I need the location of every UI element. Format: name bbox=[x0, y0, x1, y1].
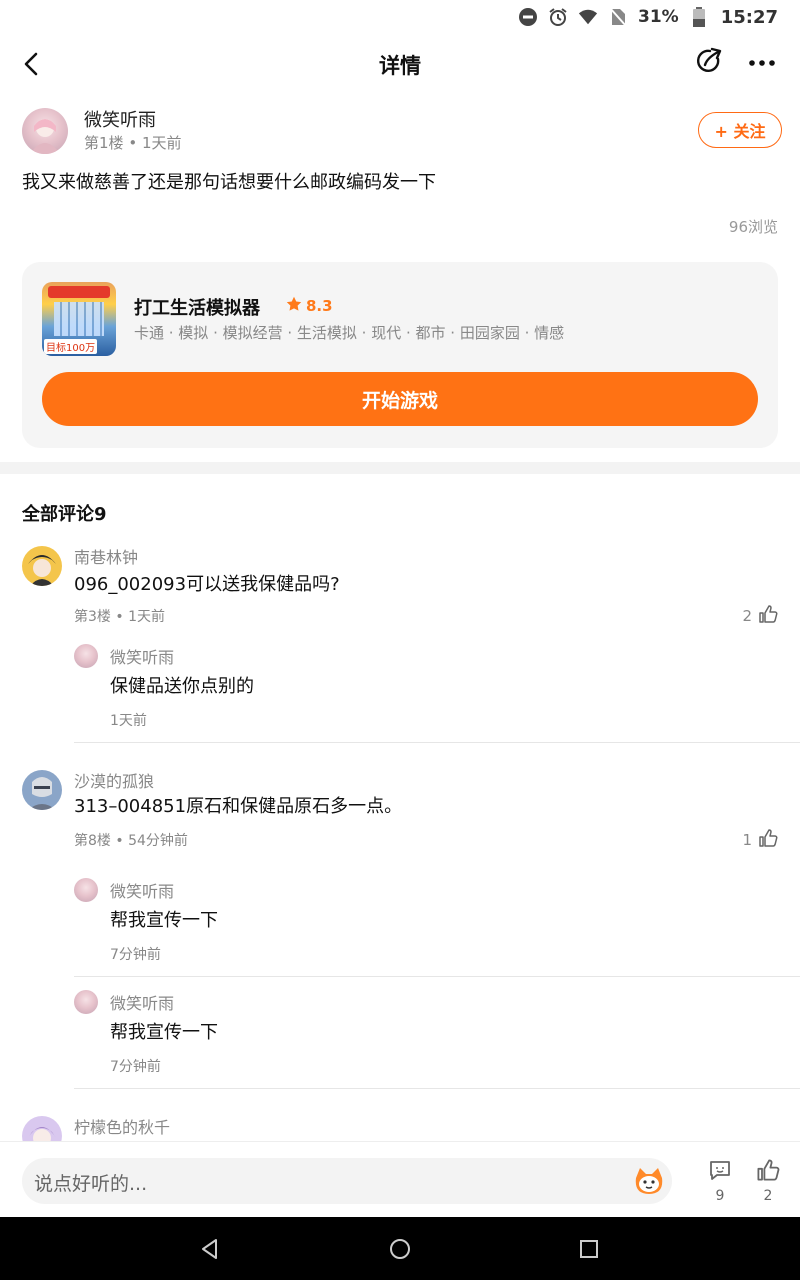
comment-placeholder: 说点好听的... bbox=[34, 1173, 148, 1195]
comment-divider bbox=[74, 742, 800, 743]
post-like-button[interactable]: 2 bbox=[753, 1158, 783, 1204]
view-count: 96浏览 bbox=[728, 218, 778, 236]
more-options-icon[interactable] bbox=[746, 48, 778, 78]
thumbnail-tag: 目标100万 bbox=[44, 339, 98, 354]
reply-meta: 7分钟前 bbox=[110, 947, 161, 963]
thumbs-up-icon bbox=[756, 1159, 780, 1186]
comment-count-button[interactable]: 9 bbox=[705, 1158, 735, 1204]
game-thumbnail[interactable]: 目标100万 bbox=[42, 282, 116, 356]
post-content: 我又来做慈善了还是那句话想要什么邮政编码发一下 bbox=[22, 172, 436, 193]
comment-text: 096_002093可以送我保健品吗? bbox=[74, 574, 340, 595]
alarm-icon bbox=[548, 7, 568, 27]
battery-percent: 31% bbox=[638, 7, 679, 27]
do-not-disturb-icon bbox=[518, 7, 538, 27]
comment-input-bar: 说点好听的... 9 2 bbox=[0, 1141, 800, 1217]
comment-like-button[interactable]: 1 bbox=[742, 828, 778, 852]
comment-bubble-icon bbox=[708, 1161, 732, 1186]
commenter-name[interactable]: 南巷林钟 bbox=[74, 544, 138, 568]
commenter-name[interactable]: 沙漠的孤狼 bbox=[74, 768, 154, 792]
post-floor: 第1楼 bbox=[84, 134, 124, 152]
clock: 15:27 bbox=[720, 6, 778, 28]
replier-name[interactable]: 微笑听雨 bbox=[110, 644, 174, 668]
comment-count: 9 bbox=[715, 1188, 725, 1204]
post-time: 1天前 bbox=[141, 134, 182, 152]
no-sim-icon bbox=[608, 7, 628, 27]
author-avatar[interactable] bbox=[22, 108, 68, 154]
comment-divider bbox=[74, 1088, 800, 1089]
top-app-bar: 详情 bbox=[0, 34, 800, 94]
comments-header: 全部评论9 bbox=[22, 504, 107, 525]
start-game-button[interactable]: 开始游戏 bbox=[42, 372, 758, 426]
nav-recents-icon[interactable] bbox=[577, 1237, 601, 1261]
replier-name[interactable]: 微笑听雨 bbox=[110, 990, 174, 1014]
star-icon bbox=[286, 296, 302, 316]
commenter-avatar[interactable] bbox=[22, 770, 62, 810]
reply-text: 帮我宣传一下 bbox=[110, 1022, 218, 1043]
like-count: 2 bbox=[742, 607, 752, 625]
emoji-mascot-icon[interactable] bbox=[632, 1164, 666, 1198]
thumbs-up-icon bbox=[758, 828, 778, 852]
post-meta: 第1楼 • 1天前 bbox=[84, 132, 182, 153]
page-title: 详情 bbox=[379, 54, 421, 78]
comment-input[interactable]: 说点好听的... bbox=[22, 1158, 672, 1204]
thumbs-up-icon bbox=[758, 604, 778, 628]
status-bar: 31% 15:27 bbox=[0, 0, 800, 34]
share-icon[interactable] bbox=[694, 47, 724, 77]
comment-meta: 第3楼 • 1天前 bbox=[74, 609, 165, 625]
thumbnail-banner bbox=[48, 286, 110, 298]
reply-text: 帮我宣传一下 bbox=[110, 910, 218, 931]
section-divider bbox=[0, 462, 800, 474]
comment-like-button[interactable]: 2 bbox=[742, 604, 778, 628]
replier-avatar[interactable] bbox=[74, 644, 98, 668]
reply-meta: 7分钟前 bbox=[110, 1059, 161, 1075]
system-navigation-bar bbox=[0, 1217, 800, 1280]
thumbnail-art bbox=[54, 302, 104, 336]
reply-text: 保健品送你点别的 bbox=[110, 676, 254, 697]
wifi-icon bbox=[578, 7, 598, 27]
replier-avatar[interactable] bbox=[74, 990, 98, 1014]
reply-divider bbox=[74, 976, 800, 977]
nav-back-icon[interactable] bbox=[198, 1237, 222, 1261]
game-rating: 8.3 bbox=[286, 296, 333, 316]
game-tags: 卡通 · 模拟 · 模拟经营 · 生活模拟 · 现代 · 都市 · 田园家园 ·… bbox=[134, 324, 565, 342]
nav-home-icon[interactable] bbox=[388, 1237, 412, 1261]
like-count: 2 bbox=[763, 1188, 773, 1204]
author-name[interactable]: 微笑听雨 bbox=[84, 106, 156, 132]
like-count: 1 bbox=[742, 831, 752, 849]
replier-name[interactable]: 微笑听雨 bbox=[110, 878, 174, 902]
rating-value: 8.3 bbox=[306, 297, 333, 315]
meta-separator: • bbox=[128, 134, 142, 152]
reply-meta: 1天前 bbox=[110, 713, 147, 729]
follow-button[interactable]: + 关注 bbox=[698, 112, 782, 148]
comment-text: 313–004851原石和保健品原石多一点。 bbox=[74, 796, 403, 817]
battery-icon bbox=[689, 7, 709, 27]
game-card[interactable]: 目标100万 打工生活模拟器 8.3 卡通 · 模拟 · 模拟经营 · 生活模拟… bbox=[22, 262, 778, 448]
commenter-name[interactable]: 柠檬色的秋千 bbox=[74, 1114, 170, 1138]
game-title[interactable]: 打工生活模拟器 bbox=[134, 294, 260, 320]
replier-avatar[interactable] bbox=[74, 878, 98, 902]
comment-meta: 第8楼 • 54分钟前 bbox=[74, 833, 188, 849]
commenter-avatar[interactable] bbox=[22, 546, 62, 586]
post-author: 微笑听雨 第1楼 • 1天前 + 关注 bbox=[22, 106, 782, 156]
